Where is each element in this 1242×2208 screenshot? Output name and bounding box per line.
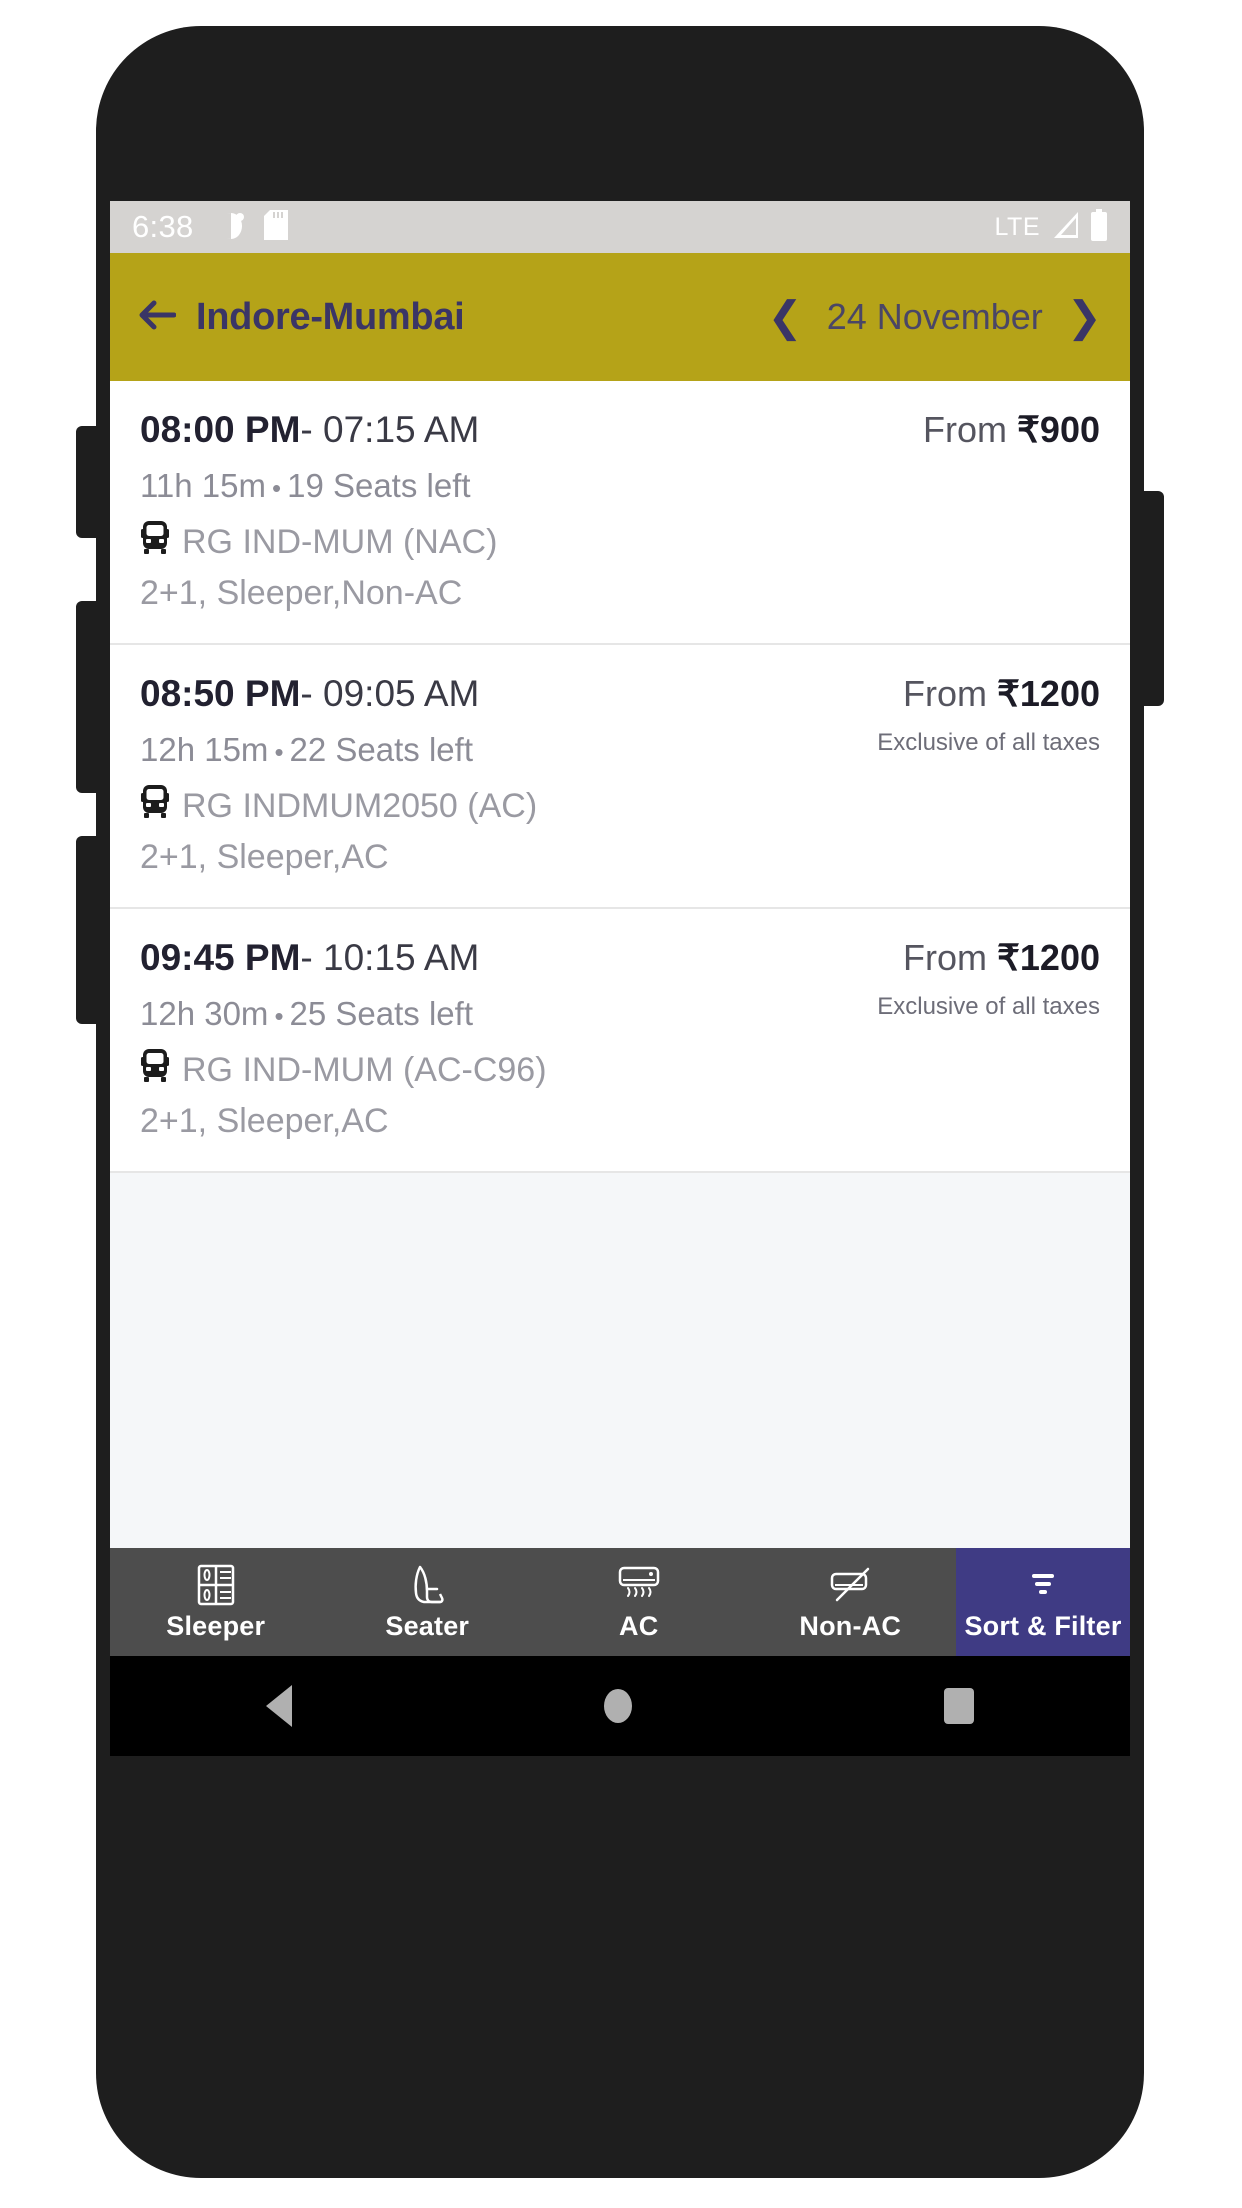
meta-dot: • [271,472,282,503]
journey-meta: 11h 15m • 19 Seats left [140,467,909,505]
bus-layout-label: 2+1, Sleeper,AC [140,838,389,876]
time-separator: - [300,937,313,978]
filter-label: AC [619,1610,659,1641]
filter-label: Non-AC [799,1610,902,1641]
date-navigator: ❮ 24 November ❯ [767,296,1102,338]
sort-and-filter-button[interactable]: Sort & Filter [956,1548,1130,1656]
arrival-time: 10:15 AM [323,937,480,978]
departure-time: 08:00 PM [140,409,301,450]
status-bar-clock: 6:38 [132,209,194,244]
bottom-filter-bar: Sleeper Seater AC Non-AC Sort & Filter [110,1548,1130,1656]
mute-switch-button[interactable] [76,836,100,1024]
price-row: From ₹1200 [877,937,1100,979]
operator-name: RG IND-MUM (AC-C96) [182,1051,547,1089]
price-amount: 900 [1039,409,1100,450]
status-bar: 6:38 LTE [110,201,1130,253]
filter-ac-button[interactable]: AC [533,1548,745,1656]
back-triangle-icon[interactable] [266,1685,292,1727]
filter-non-ac-button[interactable]: Non-AC [745,1548,957,1656]
journey-times: 08:00 PM- 07:15 AM [140,409,909,451]
android-navigation-bar [110,1656,1130,1756]
bus-layout-label: 2+1, Sleeper,Non-AC [140,574,463,612]
filter-label: Sort & Filter [964,1610,1122,1641]
bus-icon [140,785,170,828]
operator-name: RG INDMUM2050 (AC) [182,787,538,825]
sleeper-berth-icon [196,1563,236,1607]
signal-icon [1050,210,1080,245]
price-prefix: From [902,937,987,978]
battery-icon [1090,208,1108,246]
arrival-time: 09:05 AM [323,673,480,714]
filter-icon [1025,1563,1061,1607]
air-conditioner-icon [616,1563,662,1607]
journey-times: 08:50 PM- 09:05 AM [140,673,863,715]
bus-result-card[interactable]: 09:45 PM- 10:15 AM 12h 30m • 25 Seats left [110,909,1130,1173]
bus-results-list[interactable]: 08:00 PM- 07:15 AM 11h 15m • 19 Seats left [110,381,1130,1548]
chevron-right-icon[interactable]: ❯ [1067,296,1102,338]
filter-label: Seater [385,1610,470,1641]
selected-date-label[interactable]: 24 November [827,296,1043,338]
departure-time: 09:45 PM [140,937,301,978]
currency-symbol: ₹ [997,673,1020,714]
app-bar: Indore-Mumbai ❮ 24 November ❯ [110,253,1130,381]
journey-times: 09:45 PM- 10:15 AM [140,937,863,979]
phone-frame: 6:38 LTE Indore-Mumbai ❮ 24 November ❯ 0… [76,26,1164,2178]
currency-symbol: ₹ [997,937,1020,978]
air-conditioner-crossed-icon [827,1563,873,1607]
operator-row: RG IND-MUM (AC-C96) [140,1049,863,1092]
volume-down-button[interactable] [76,601,100,793]
bus-icon [140,1049,170,1092]
price-row: From ₹1200 [877,673,1100,715]
currency-symbol: ₹ [1017,409,1040,450]
price-amount: 1200 [1019,673,1100,714]
meta-dot: • [274,1000,284,1031]
phone-screen: 6:38 LTE Indore-Mumbai ❮ 24 November ❯ 0… [110,201,1130,1756]
home-circle-icon[interactable] [604,1689,632,1723]
bus-result-card[interactable]: 08:00 PM- 07:15 AM 11h 15m • 19 Seats left [110,381,1130,645]
power-button[interactable] [1140,491,1164,706]
bus-layout-label: 2+1, Sleeper,AC [140,1102,389,1140]
bus-icon [140,521,170,564]
tax-note: Exclusive of all taxes [877,729,1100,756]
time-separator: - [300,409,313,450]
chevron-left-icon[interactable]: ❮ [767,296,802,338]
tax-note: Exclusive of all taxes [877,993,1100,1020]
operator-row: RG IND-MUM (NAC) [140,521,909,564]
seats-left-label: 22 Seats left [289,731,473,768]
do-not-disturb-icon [217,210,246,245]
price-amount: 1200 [1019,937,1100,978]
duration-label: 12h 15m [140,731,269,768]
operator-name: RG IND-MUM (NAC) [182,523,498,561]
bus-result-card[interactable]: 08:50 PM- 09:05 AM 12h 15m • 22 Seats left [110,645,1130,909]
operator-row: RG INDMUM2050 (AC) [140,785,863,828]
price-row: From ₹900 [923,409,1100,451]
journey-meta: 12h 30m • 25 Seats left [140,995,863,1033]
price-prefix: From [902,673,987,714]
seat-icon [407,1563,447,1607]
meta-dot: • [274,736,284,767]
filter-sleeper-button[interactable]: Sleeper [110,1548,322,1656]
sd-card-icon [263,209,288,245]
price-prefix: From [923,409,1007,450]
filter-label: Sleeper [166,1610,266,1641]
duration-label: 11h 15m [140,467,266,504]
page-title: Indore-Mumbai [196,295,465,338]
recents-square-icon[interactable] [944,1688,974,1724]
time-separator: - [300,673,313,714]
seats-left-label: 25 Seats left [289,995,473,1032]
network-type-label: LTE [994,212,1040,241]
journey-meta: 12h 15m • 22 Seats left [140,731,863,769]
departure-time: 08:50 PM [140,673,301,714]
arrival-time: 07:15 AM [323,409,480,450]
arrow-left-icon[interactable] [138,299,177,336]
filter-seater-button[interactable]: Seater [322,1548,534,1656]
seats-left-label: 19 Seats left [287,467,471,504]
volume-up-button[interactable] [76,426,100,538]
duration-label: 12h 30m [140,995,269,1032]
